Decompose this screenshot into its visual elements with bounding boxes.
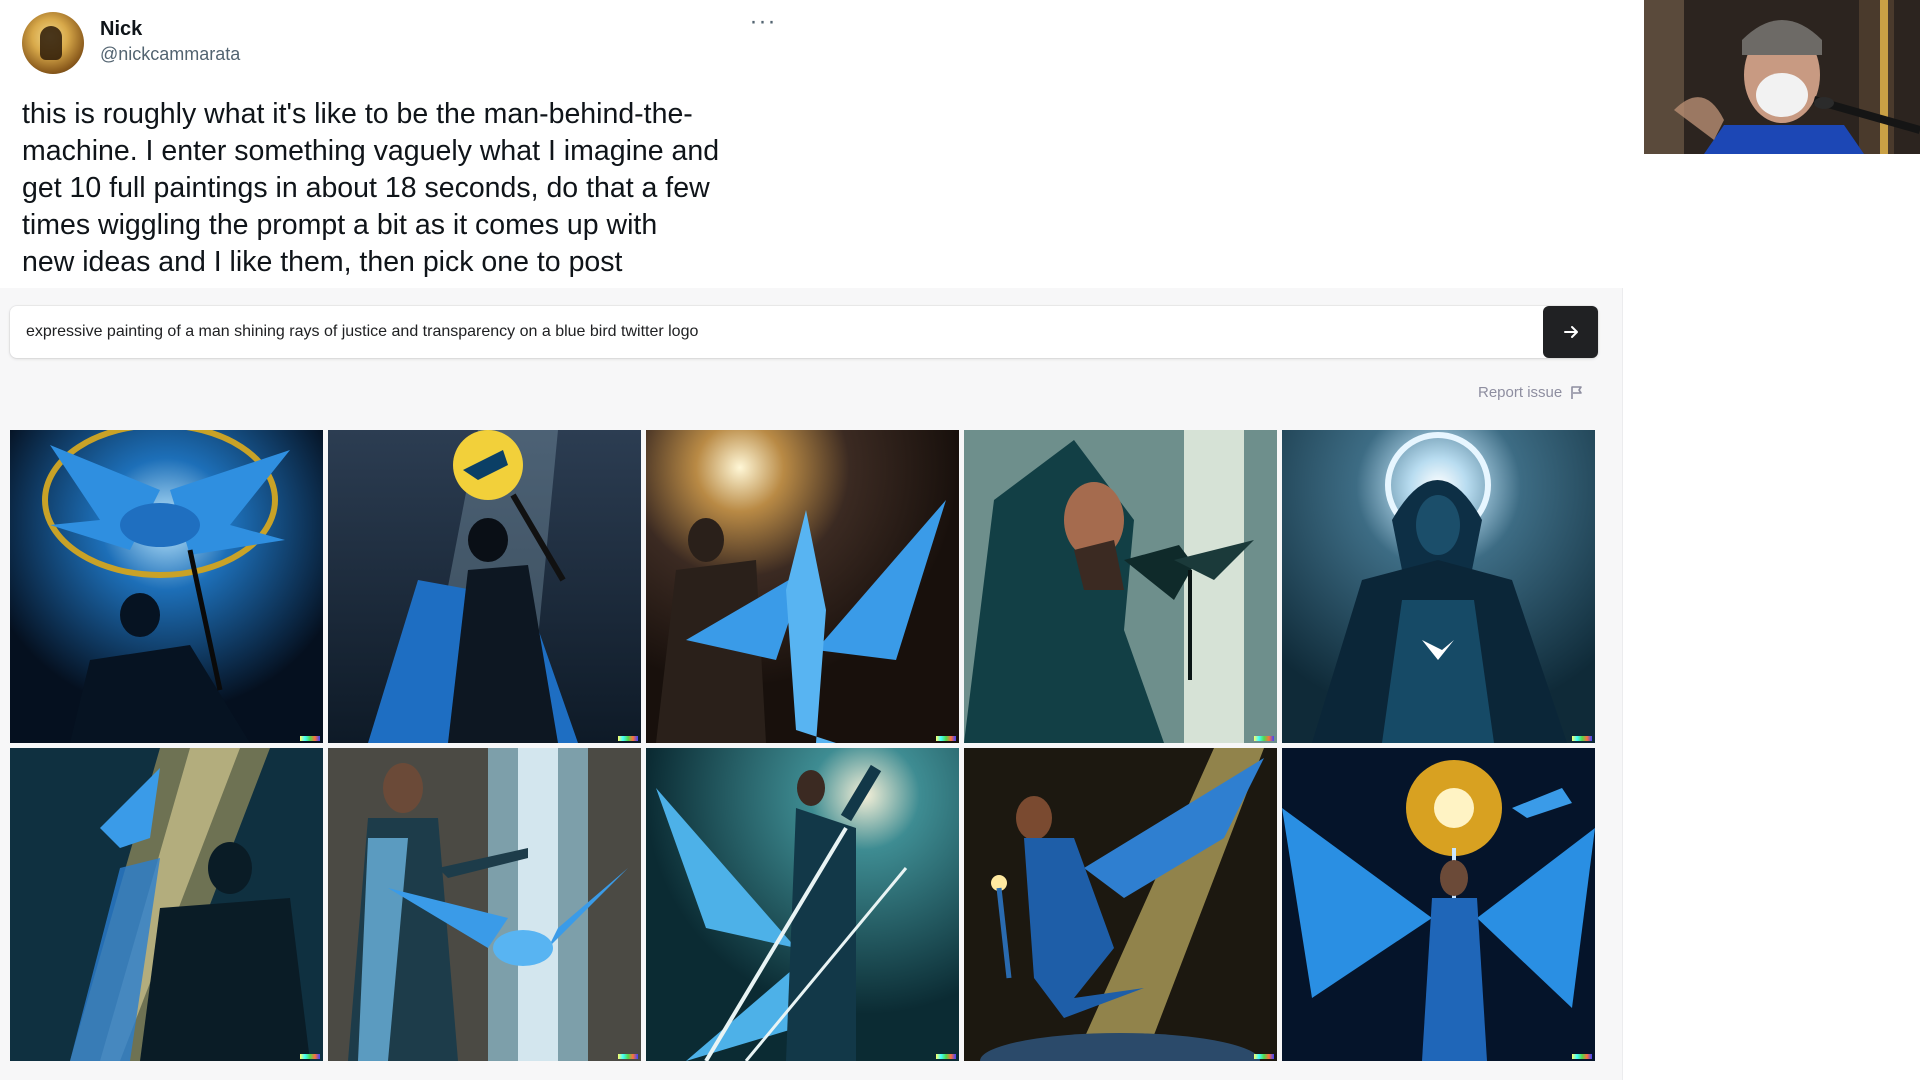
arrow-right-icon bbox=[1563, 326, 1578, 338]
painting-6 bbox=[10, 748, 323, 1061]
painting-8 bbox=[646, 748, 959, 1061]
generated-image-1[interactable] bbox=[10, 430, 323, 743]
tweet-text-line: machine. I enter something vaguely what … bbox=[22, 135, 720, 167]
tweet-text-line: this is roughly what it's like to be the… bbox=[22, 98, 693, 130]
flag-icon bbox=[1571, 385, 1583, 399]
watermark bbox=[1572, 736, 1592, 741]
prompt-bar bbox=[10, 306, 1598, 358]
generated-image-5[interactable] bbox=[1282, 430, 1595, 743]
generated-image-6[interactable] bbox=[10, 748, 323, 1061]
generated-image-8[interactable] bbox=[646, 748, 959, 1061]
generated-image-10[interactable] bbox=[1282, 748, 1595, 1061]
painting-9 bbox=[964, 748, 1277, 1061]
painting-2 bbox=[328, 430, 641, 743]
tweet-text-line: times wiggling the prompt a bit as it co… bbox=[22, 209, 658, 241]
generated-image-4[interactable] bbox=[964, 430, 1277, 743]
painting-7 bbox=[328, 748, 641, 1061]
generated-image-3[interactable] bbox=[646, 430, 959, 743]
painting-3 bbox=[646, 430, 959, 743]
tweet-text-line: get 10 full paintings in about 18 second… bbox=[22, 172, 710, 204]
tweet-header: Nick @nickcammarata ··· bbox=[22, 10, 782, 76]
prompt-input[interactable] bbox=[10, 306, 1530, 358]
painting-10 bbox=[1282, 748, 1595, 1061]
tweet-text-line: new ideas and I like them, then pick one… bbox=[22, 246, 623, 278]
painting-4 bbox=[964, 430, 1277, 743]
webcam-feed bbox=[1644, 0, 1920, 154]
generated-image-2[interactable] bbox=[328, 430, 641, 743]
watermark bbox=[1572, 1054, 1592, 1059]
report-issue-label: Report issue bbox=[1478, 384, 1563, 401]
generated-image-9[interactable] bbox=[964, 748, 1277, 1061]
watermark bbox=[618, 1054, 638, 1059]
watermark bbox=[936, 1054, 956, 1059]
display-name[interactable]: Nick bbox=[100, 18, 142, 41]
image-grid bbox=[10, 430, 1598, 1062]
tweet-text: this is roughly what it's like to be the… bbox=[22, 96, 792, 281]
watermark bbox=[300, 736, 320, 741]
avatar[interactable] bbox=[22, 12, 84, 74]
report-issue-link[interactable]: Report issue bbox=[1478, 384, 1584, 401]
watermark bbox=[1254, 1054, 1274, 1059]
painting-1 bbox=[10, 430, 323, 743]
watermark bbox=[936, 736, 956, 741]
watermark bbox=[618, 736, 638, 741]
painting-5 bbox=[1282, 430, 1595, 743]
user-handle[interactable]: @nickcammarata bbox=[100, 44, 240, 65]
generated-image-7[interactable] bbox=[328, 748, 641, 1061]
submit-button[interactable] bbox=[1543, 306, 1598, 358]
avatar-silhouette bbox=[40, 26, 62, 60]
watermark bbox=[300, 1054, 320, 1059]
embedded-screenshot: Report issue bbox=[0, 288, 1623, 1080]
more-options-button[interactable]: ··· bbox=[748, 10, 778, 38]
watermark bbox=[1254, 736, 1274, 741]
webcam-overlay bbox=[1644, 0, 1920, 154]
